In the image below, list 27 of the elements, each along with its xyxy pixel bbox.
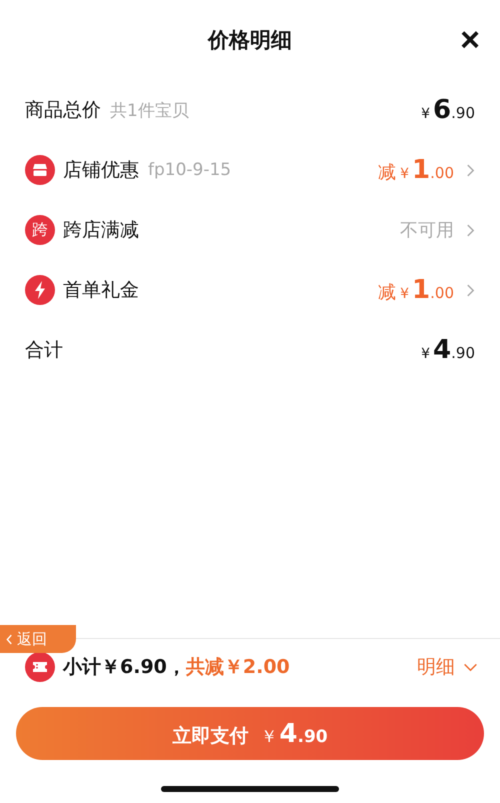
lightning-icon (25, 275, 55, 305)
ticket-icon (25, 652, 55, 682)
cross-store-icon: 跨 (25, 215, 55, 245)
back-chevron-icon (6, 634, 13, 644)
discount-text: 共减￥2.00 (186, 655, 290, 680)
chevron-right-icon[interactable] (466, 162, 475, 178)
chevron-right-icon[interactable] (466, 222, 475, 238)
row-label: 首单礼金 (63, 278, 139, 303)
price-amount: 减 ¥1.00 (378, 155, 454, 185)
row-label: 跨店满减 (63, 218, 139, 243)
status-text: 不可用 (400, 219, 454, 242)
row-label: 商品总价 (25, 98, 101, 123)
row-note: 共1件宝贝 (110, 100, 189, 122)
back-tab[interactable]: 返回 (0, 625, 76, 653)
subtotal-text: 小计￥6.90， (63, 655, 186, 680)
price-amount: ¥4.90 (421, 335, 475, 365)
chevron-right-icon[interactable] (466, 282, 475, 298)
row-note: fp10-9-15 (148, 160, 232, 180)
sheet-title: 价格明细 (208, 27, 292, 54)
price-amount: ¥6.90 (421, 95, 475, 125)
row-label: 合计 (25, 338, 63, 363)
pay-button[interactable]: 立即支付 ￥4.90 (16, 707, 484, 760)
shop-icon (25, 155, 55, 185)
row-label: 店铺优惠 (63, 158, 139, 183)
price-amount: 减 ¥1.00 (378, 275, 454, 305)
detail-toggle[interactable]: 明细 (417, 654, 478, 680)
close-button[interactable]: × (460, 22, 480, 58)
